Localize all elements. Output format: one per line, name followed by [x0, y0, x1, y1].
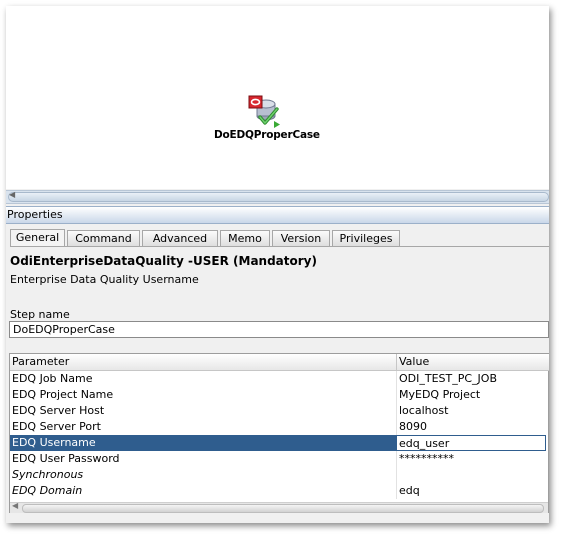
table-row-selected[interactable]: EDQ Username edq_user [10, 435, 549, 451]
option-description: Enterprise Data Quality Username [10, 273, 199, 286]
edq-step-icon [247, 94, 281, 128]
option-title: OdiEnterpriseDataQuality -USER (Mandator… [10, 254, 317, 268]
scrollbar-thumb[interactable] [8, 192, 549, 202]
parameter-name: EDQ Job Name [10, 371, 397, 387]
parameter-name: EDQ Username [10, 435, 397, 451]
table-row[interactable]: EDQ User Password ********** [10, 451, 549, 467]
tab-advanced[interactable]: Advanced [142, 230, 218, 246]
parameter-name: EDQ User Password [10, 451, 397, 467]
parameters-table: Parameter Value EDQ Job Name ODI_TEST_PC… [9, 353, 549, 513]
properties-title: Properties [7, 208, 63, 221]
parameter-value[interactable]: localhost [397, 403, 549, 419]
tab-memo[interactable]: Memo [220, 230, 270, 246]
step-name-input[interactable] [9, 321, 549, 338]
parameter-name: EDQ Domain [10, 483, 397, 499]
column-header-parameter[interactable]: Parameter [10, 354, 397, 370]
window: DoEDQProperCase ◀ Properties General Com… [6, 6, 549, 523]
tab-general[interactable]: General [10, 229, 65, 247]
table-row[interactable]: EDQ Server Host localhost [10, 403, 549, 419]
package-diagram-canvas[interactable]: DoEDQProperCase [6, 6, 549, 189]
column-header-value[interactable]: Value [397, 354, 429, 370]
table-row[interactable]: EDQ Server Port 8090 [10, 419, 549, 435]
table-row[interactable]: EDQ Job Name ODI_TEST_PC_JOB [10, 371, 549, 387]
step-node[interactable]: DoEDQProperCase [214, 94, 320, 141]
scroll-left-icon[interactable]: ◀ [12, 501, 18, 510]
parameter-value[interactable] [397, 467, 549, 483]
parameter-value[interactable]: ********** [397, 451, 549, 467]
step-node-label: DoEDQProperCase [214, 129, 320, 141]
parameter-name: EDQ Project Name [10, 387, 397, 403]
parameter-value[interactable]: edq [397, 483, 549, 499]
tab-version[interactable]: Version [272, 230, 330, 246]
parameter-value-editor[interactable]: edq_user [396, 435, 546, 451]
table-row[interactable]: EDQ Domain edq [10, 483, 549, 499]
properties-panel-header: Properties [6, 206, 549, 224]
parameter-value[interactable]: MyEDQ Project [397, 387, 549, 403]
tab-privileges[interactable]: Privileges [332, 230, 400, 246]
parameter-value[interactable]: ODI_TEST_PC_JOB [397, 371, 549, 387]
tab-command[interactable]: Command [67, 230, 140, 246]
tab-divider [10, 246, 549, 247]
scroll-left-icon[interactable]: ◀ [9, 190, 15, 199]
parameter-name: EDQ Server Port [10, 419, 397, 435]
table-row[interactable]: EDQ Project Name MyEDQ Project [10, 387, 549, 403]
table-row[interactable]: Synchronous [10, 467, 549, 483]
table-horizontal-scrollbar[interactable]: ◀ [10, 501, 548, 513]
scrollbar-thumb[interactable] [22, 504, 544, 513]
parameter-value[interactable]: 8090 [397, 419, 549, 435]
canvas-horizontal-scrollbar[interactable]: ◀ [6, 190, 549, 204]
parameter-name: EDQ Server Host [10, 403, 397, 419]
step-name-label: Step name [10, 308, 70, 321]
parameter-name: Synchronous [10, 467, 397, 483]
table-header: Parameter Value [10, 354, 549, 371]
